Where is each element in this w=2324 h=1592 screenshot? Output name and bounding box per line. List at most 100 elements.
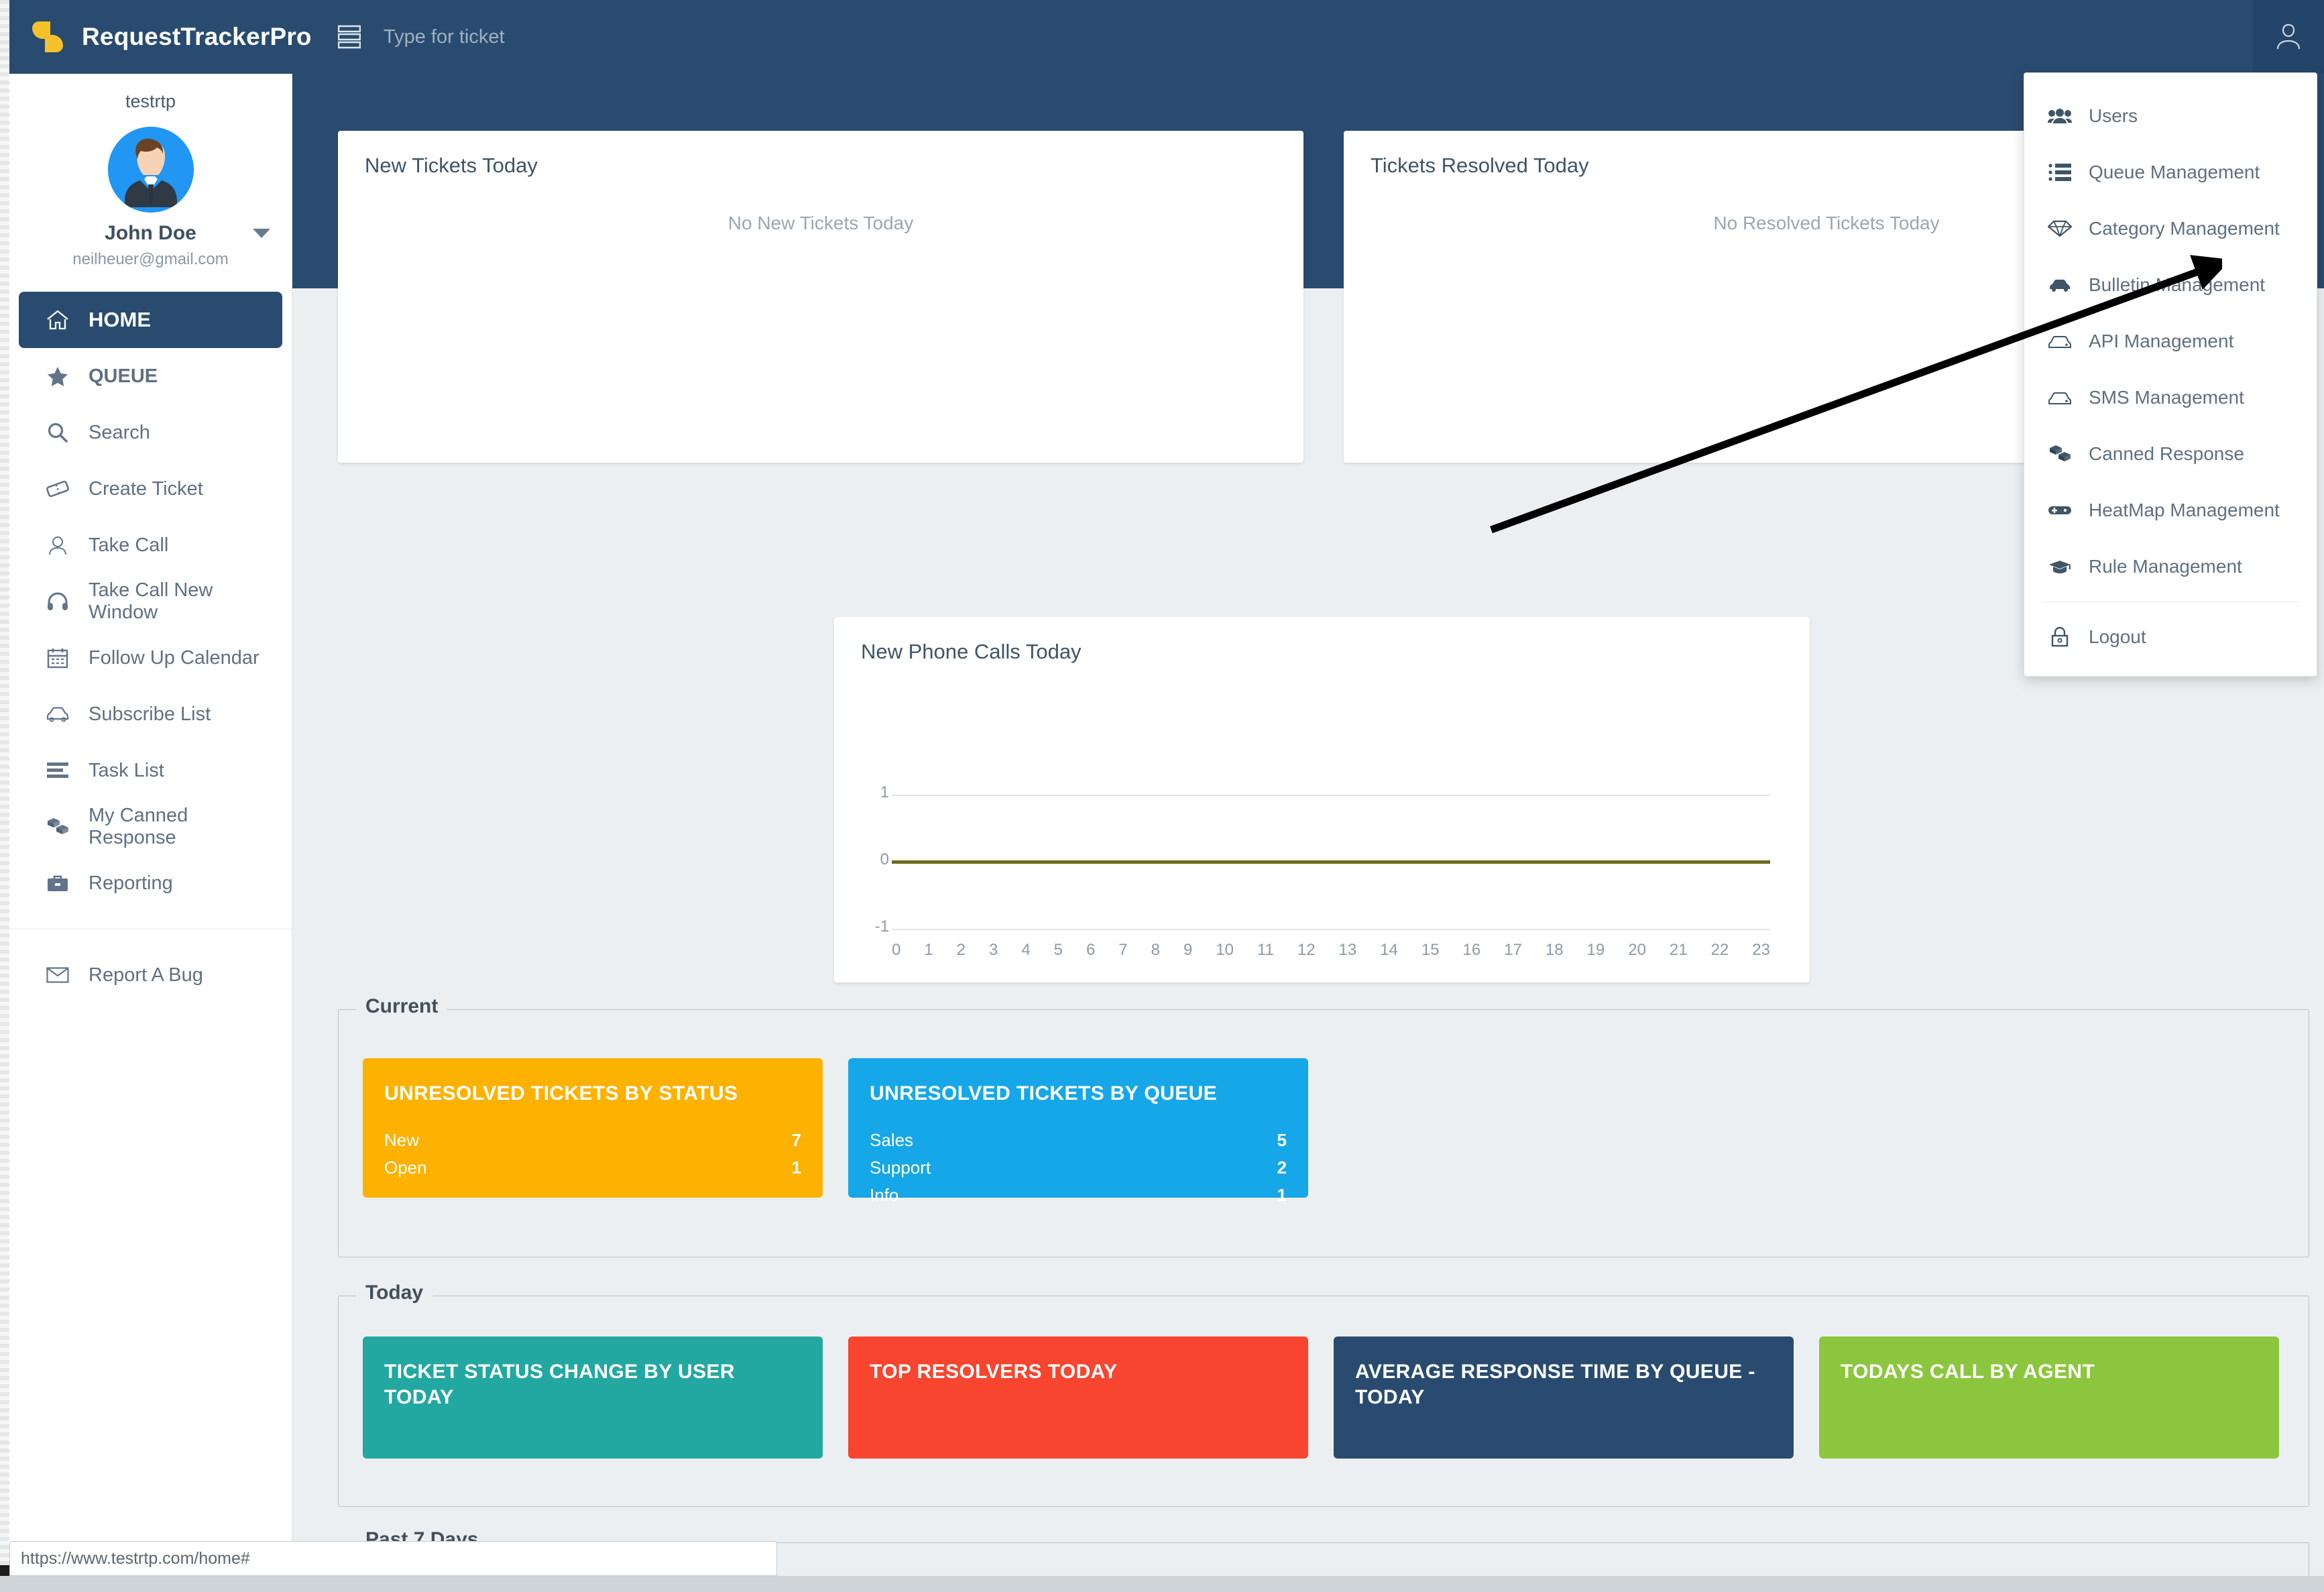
x-tick-label: 14 [1380,941,1398,968]
sidebar-item-follow-up-calendar[interactable]: Follow Up Calendar [19,630,282,686]
section-legend: Current [356,995,447,1018]
x-tick-label: 7 [1118,941,1127,968]
sidebar-item-queue[interactable]: QUEUE [19,348,282,404]
sidebar-item-take-call-new-window[interactable]: Take Call New Window [19,573,282,630]
status-bar-url: https://www.testrtp.com/home# [9,1541,777,1576]
section-today: Today Ticket Status Change By User Today… [338,1296,2309,1507]
tile-row: Info 1 [870,1182,1287,1209]
sidebar-item-home[interactable]: HOME [19,292,282,348]
menu-item-label: HeatMap Management [2089,500,2280,521]
menu-item-logout[interactable]: Logout [2024,609,2317,665]
menu-item-users[interactable]: Users [2024,88,2317,144]
hdd-icon [2047,334,2073,349]
gem-icon [2047,220,2073,237]
user-avatar-icon [2274,21,2303,54]
tile-row: Open 1 [384,1154,801,1182]
sidebar-item-reporting[interactable]: Reporting [19,855,282,911]
x-tick-label: 21 [1670,941,1688,968]
list-icon [44,762,71,779]
sidebar-item-report-a-bug[interactable]: Report A Bug [19,947,282,1003]
x-tick-label: 20 [1628,941,1646,968]
background-window [0,0,9,1592]
list-ul-icon [2047,164,2073,181]
x-tick-label: 11 [1257,941,1274,968]
ticket-search-input[interactable] [384,21,746,52]
menu-item-label: Users [2089,105,2138,127]
menu-item-canned-response[interactable]: Canned Response [2024,426,2317,482]
boxes-icon [2047,444,2073,464]
tile-row: Support 2 [870,1154,1287,1182]
home-icon [44,309,71,331]
gridline-ym1 [892,929,1770,930]
menu-item-queue-management[interactable]: Queue Management [2024,144,2317,201]
main-content: New Tickets Today No New Tickets Today T… [292,74,2324,1592]
menu-item-label: Logout [2089,626,2146,648]
tile-ticket-status-change-by-user-today[interactable]: Ticket Status Change By User Today [363,1337,823,1459]
x-tick-label: 22 [1711,941,1729,968]
y-tick-label: 1 [873,783,889,802]
tile-title: Average Response Time By Queue - Today [1355,1359,1772,1410]
account-name: John Doe [105,222,196,245]
menu-item-bulletin-management[interactable]: Bulletin Management [2024,257,2317,313]
navbar-search-group [338,0,746,74]
sidebar-item-task-list[interactable]: Task List [19,742,282,799]
x-tick-label: 4 [1021,941,1030,968]
brand[interactable]: RequestTrackerPro [20,0,312,74]
tile-row-label: Open [384,1157,427,1178]
caret-down-icon[interactable] [253,229,270,238]
sidebar-item-label: Follow Up Calendar [89,647,259,669]
menu-item-label: Queue Management [2089,162,2260,183]
sidebar-item-create-ticket[interactable]: Create Ticket [19,461,282,517]
tile-row-value: 1 [1277,1185,1287,1206]
sidebar-item-subscribe-list[interactable]: Subscribe List [19,686,282,742]
x-tick-label: 18 [1546,941,1564,968]
y-tick-label: 0 [873,850,889,869]
sidebar-item-label: Report A Bug [89,964,203,986]
tile-row-value: 2 [1277,1157,1287,1178]
x-tick-label: 1 [924,941,933,968]
tile-title: Unresolved Tickets By Status [384,1081,801,1106]
tile-top-resolvers-today[interactable]: Top Resolvers Today [848,1337,1308,1459]
avatar [108,127,194,213]
sidebar-item-my-canned-response[interactable]: My Canned Response [19,799,282,855]
tile-rows: Sales 5 Support 2 Info 1 [870,1127,1287,1209]
phone-calls-chart: 1 0 -1 0 1 2 3 4 5 6 7 8 9 10 11 [834,697,1810,982]
menu-item-sms-management[interactable]: SMS Management [2024,369,2317,426]
car-icon [2047,277,2073,293]
car-icon [44,705,71,723]
x-tick-label: 13 [1339,941,1357,968]
tile-unresolved-tickets-by-status[interactable]: Unresolved Tickets By Status New 7 Open … [363,1058,823,1198]
sidebar-item-label: Take Call New Window [89,579,265,624]
tile-row-label: Sales [870,1130,913,1151]
tile-average-response-time-by-queue-today[interactable]: Average Response Time By Queue - Today [1334,1337,1794,1459]
tile-title: Todays Call By Agent [1841,1359,2258,1385]
x-tick-label: 5 [1054,941,1063,968]
tile-row: Sales 5 [870,1127,1287,1154]
tile-todays-call-by-agent[interactable]: Todays Call By Agent [1819,1337,2279,1459]
hamburger-icon[interactable] [338,25,361,49]
chart-series-line [892,860,1770,864]
briefcase-icon [44,874,71,893]
x-tick-label: 3 [989,941,998,968]
menu-item-category-management[interactable]: Category Management [2024,201,2317,257]
sidebar-item-take-call[interactable]: Take Call [19,517,282,573]
menu-item-heatmap-management[interactable]: HeatMap Management [2024,482,2317,538]
sidebar-item-search[interactable]: Search [19,404,282,461]
sidebar-menu: HOME QUEUE Search [9,292,292,1003]
search-icon [44,422,71,443]
tile-unresolved-tickets-by-queue[interactable]: Unresolved Tickets By Queue Sales 5 Supp… [848,1058,1308,1198]
account-name-row[interactable]: John Doe [9,222,292,245]
menu-item-api-management[interactable]: API Management [2024,313,2317,369]
sidebar-item-label: My Canned Response [89,805,265,849]
tile-row-value: 7 [792,1130,801,1151]
tile-title: Top Resolvers Today [870,1359,1287,1385]
users-icon [2047,107,2073,125]
sidebar-item-label: Create Ticket [89,478,203,500]
card-title: New Tickets Today [338,131,1303,178]
navbar-user-menu-button[interactable] [2253,0,2324,74]
envelope-icon [44,967,71,983]
tile-rows: New 7 Open 1 [384,1127,801,1182]
browser-viewport: RequestTrackerPro testrtp [9,0,2324,1592]
card-new-tickets-today: New Tickets Today No New Tickets Today [338,131,1303,463]
menu-item-rule-management[interactable]: Rule Management [2024,538,2317,595]
